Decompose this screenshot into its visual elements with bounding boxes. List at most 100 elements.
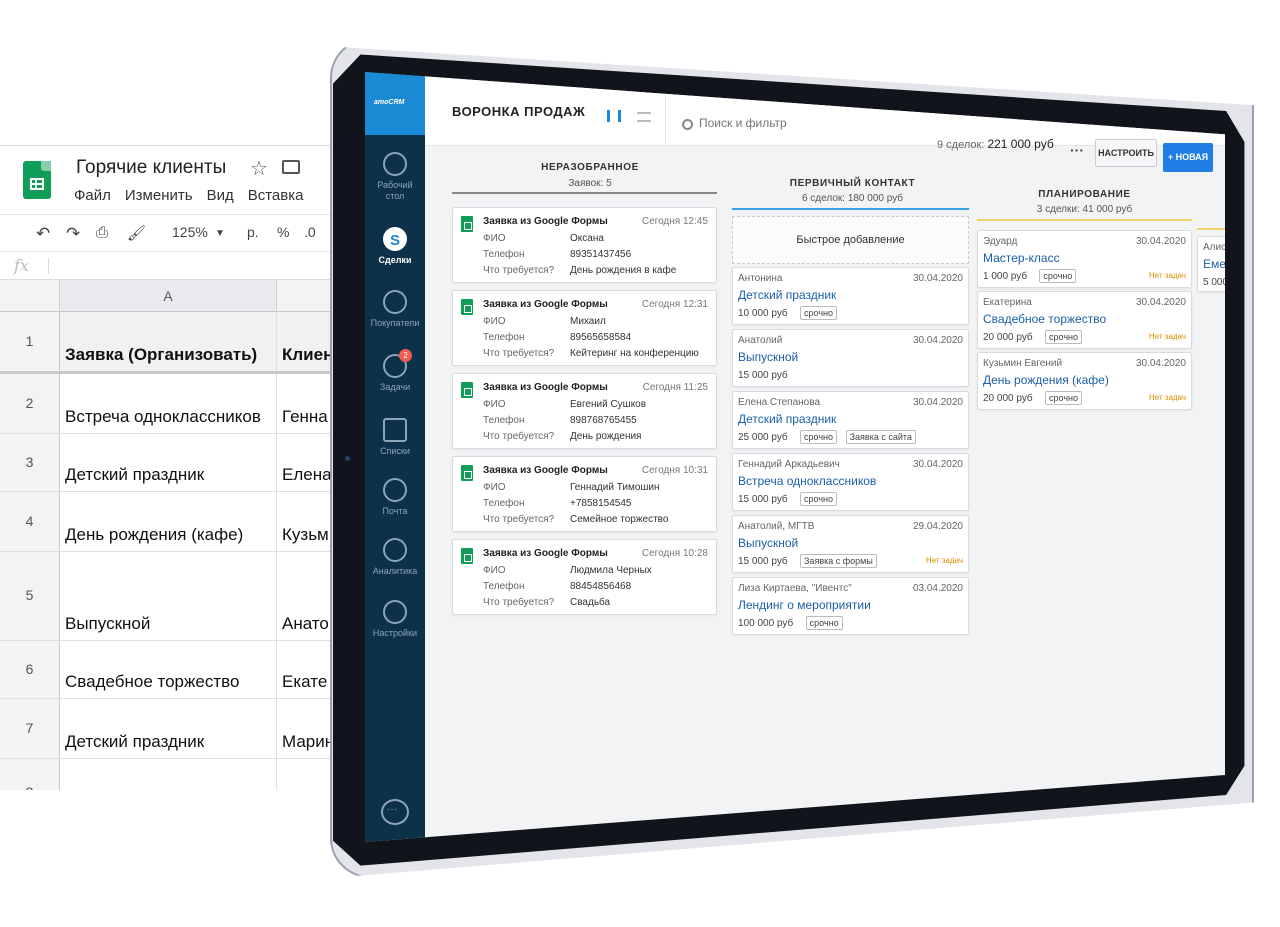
sidebar-item-tasks[interactable]: 2 Задачи <box>365 349 425 393</box>
lead-title[interactable]: Заявка из Google Формы <box>483 548 608 559</box>
table-cell[interactable]: День рождения (кафе) <box>60 492 277 551</box>
deal-title[interactable]: Выпускной <box>738 350 798 364</box>
row-number[interactable]: 5 <box>0 552 60 640</box>
table-cell[interactable]: Заявка (Организовать) <box>60 312 277 371</box>
deal-tag[interactable]: срочно <box>800 306 837 320</box>
menu-view[interactable]: Вид <box>207 187 234 204</box>
row-number[interactable]: 6 <box>0 641 60 698</box>
row-number[interactable]: 7 <box>0 699 60 758</box>
search-icon[interactable] <box>682 119 693 130</box>
lead-card[interactable]: Заявка из Google Формы Сегодня 12:45 ФИО… <box>452 207 717 283</box>
row-number[interactable]: 8 <box>0 759 60 790</box>
table-cell[interactable]: Екате <box>277 641 330 698</box>
menu-insert[interactable]: Вставка <box>248 187 304 204</box>
google-sheets-icon[interactable] <box>23 161 51 199</box>
row-number[interactable]: 2 <box>0 374 60 433</box>
sidebar-item-deals[interactable]: Сделки <box>365 227 425 266</box>
no-tasks-label[interactable]: Нет задач <box>1149 393 1186 402</box>
table-cell[interactable]: Свадебное торжество <box>60 641 277 698</box>
sidebar-item-dashboard[interactable]: Рабочий стол <box>365 152 425 202</box>
select-all-corner[interactable] <box>0 280 60 312</box>
menu-edit[interactable]: Изменить <box>125 187 193 204</box>
deal-tag[interactable]: срочно <box>1045 391 1082 405</box>
deal-card[interactable]: Екатерина 30.04.2020 Свадебное торжество… <box>977 291 1192 349</box>
deal-title[interactable]: День рождения (кафе) <box>983 373 1109 387</box>
deal-card[interactable]: Алиса Емей 5 000 <box>1197 236 1225 292</box>
sidebar-item-lists[interactable]: Списки <box>365 418 425 457</box>
deal-card[interactable]: Эдуард 30.04.2020 Мастер-класс 1 000 руб… <box>977 230 1192 288</box>
star-icon[interactable]: ☆ <box>250 156 268 181</box>
table-cell[interactable]: Кузьм <box>277 492 330 551</box>
deal-card[interactable]: Анатолий, МГТВ 29.04.2020 Выпускной 15 0… <box>732 515 969 573</box>
deal-tag[interactable]: срочно <box>800 492 837 506</box>
lead-card[interactable]: Заявка из Google Формы Сегодня 12:31 ФИО… <box>452 290 717 366</box>
deal-title[interactable]: Детский праздник <box>738 288 836 302</box>
list-view-icon[interactable] <box>637 112 651 122</box>
deal-tag[interactable]: срочно <box>800 430 837 444</box>
deal-title[interactable]: Лендинг о мероприятии <box>738 598 871 612</box>
deal-title[interactable]: Мастер-класс <box>983 251 1060 265</box>
deal-card[interactable]: Антонина 30.04.2020 Детский праздник 10 … <box>732 267 969 325</box>
no-tasks-label[interactable]: Нет задач <box>1149 271 1186 280</box>
folder-icon[interactable] <box>282 160 300 174</box>
deal-tag[interactable]: Заявка с сайта <box>845 430 916 444</box>
zoom-select[interactable]: 125% <box>172 224 208 240</box>
table-cell[interactable]: Марин <box>277 699 330 758</box>
row-number[interactable]: 1 <box>0 312 60 371</box>
deal-title[interactable]: Свадебное торжество <box>983 312 1106 326</box>
search-input[interactable] <box>699 116 849 130</box>
more-button[interactable]: ··· <box>1070 142 1084 158</box>
sidebar-item-mail[interactable]: Почта <box>365 478 425 517</box>
deal-tag[interactable]: Заявка с формы <box>800 554 877 568</box>
deal-tag[interactable]: срочно <box>805 616 843 630</box>
deal-card[interactable]: Елена Степанова 30.04.2020 Детский празд… <box>732 391 969 449</box>
row-number[interactable]: 4 <box>0 492 60 551</box>
deal-card[interactable]: Лиза Киртаева, "Ивентс" 03.04.2020 Ленди… <box>732 577 969 635</box>
deal-title[interactable]: Емей <box>1203 257 1225 271</box>
paint-format-icon[interactable]: 🖌 <box>127 224 146 242</box>
column-header-b[interactable] <box>277 280 330 312</box>
deal-tag[interactable]: срочно <box>1045 330 1082 344</box>
percent-format-button[interactable]: % <box>277 224 289 240</box>
chevron-down-icon[interactable]: ▼ <box>215 228 225 239</box>
table-cell[interactable]: Генна <box>277 374 330 433</box>
lead-title[interactable]: Заявка из Google Формы <box>483 216 608 227</box>
table-cell[interactable]: Выпускной <box>60 552 277 640</box>
lead-title[interactable]: Заявка из Google Формы <box>483 382 608 393</box>
sidebar-item-customers[interactable]: Покупатели <box>365 290 425 329</box>
spreadsheet-title[interactable]: Горячие клиенты <box>76 157 226 179</box>
deal-card[interactable]: Кузьмин Евгений 30.04.2020 День рождения… <box>977 352 1192 410</box>
deal-tag[interactable]: срочно <box>1039 269 1077 283</box>
redo-icon[interactable]: ↷ <box>66 224 80 244</box>
quick-add-button[interactable]: Быстрое добавление <box>732 216 969 264</box>
lead-card[interactable]: Заявка из Google Формы Сегодня 11:25 ФИО… <box>452 373 717 449</box>
print-icon[interactable]: ⎙ <box>96 224 108 241</box>
table-cell[interactable]: Клиен <box>277 312 330 371</box>
lead-card[interactable]: Заявка из Google Формы Сегодня 10:31 ФИО… <box>452 456 717 532</box>
currency-format-button[interactable]: р. <box>247 224 259 240</box>
sidebar-item-settings[interactable]: Настройки <box>365 600 425 639</box>
table-cell[interactable]: Детский праздник <box>60 699 277 758</box>
lead-title[interactable]: Заявка из Google Формы <box>483 299 608 310</box>
row-number[interactable]: 3 <box>0 434 60 491</box>
no-tasks-label[interactable]: Нет задач <box>926 556 963 565</box>
table-cell[interactable]: Елена <box>277 434 330 491</box>
table-cell[interactable]: Анато <box>277 552 330 640</box>
new-deal-button[interactable]: + НОВАЯ <box>1163 143 1213 172</box>
lead-title[interactable]: Заявка из Google Формы <box>483 465 608 476</box>
table-cell[interactable] <box>60 759 277 790</box>
decimal-format-button[interactable]: .0 <box>304 224 316 240</box>
deal-title[interactable]: Встреча одноклассников <box>738 474 876 488</box>
column-header-a[interactable]: A <box>60 280 277 312</box>
deal-title[interactable]: Детский праздник <box>738 412 836 426</box>
menu-file[interactable]: Файл <box>74 187 111 204</box>
table-cell[interactable]: Встреча одноклассников <box>60 374 277 433</box>
undo-icon[interactable]: ↶ <box>36 224 50 244</box>
configure-button[interactable]: НАСТРОИТЬ <box>1095 139 1157 167</box>
no-tasks-label[interactable]: Нет задач <box>1149 332 1186 341</box>
lead-card[interactable]: Заявка из Google Формы Сегодня 10:28 ФИО… <box>452 539 717 615</box>
formula-bar[interactable]: fx <box>0 252 330 280</box>
deal-card[interactable]: Геннадий Аркадьевич 30.04.2020 Встреча о… <box>732 453 969 511</box>
sidebar-item-analytics[interactable]: Аналитика <box>365 538 425 577</box>
table-cell[interactable] <box>277 759 330 790</box>
